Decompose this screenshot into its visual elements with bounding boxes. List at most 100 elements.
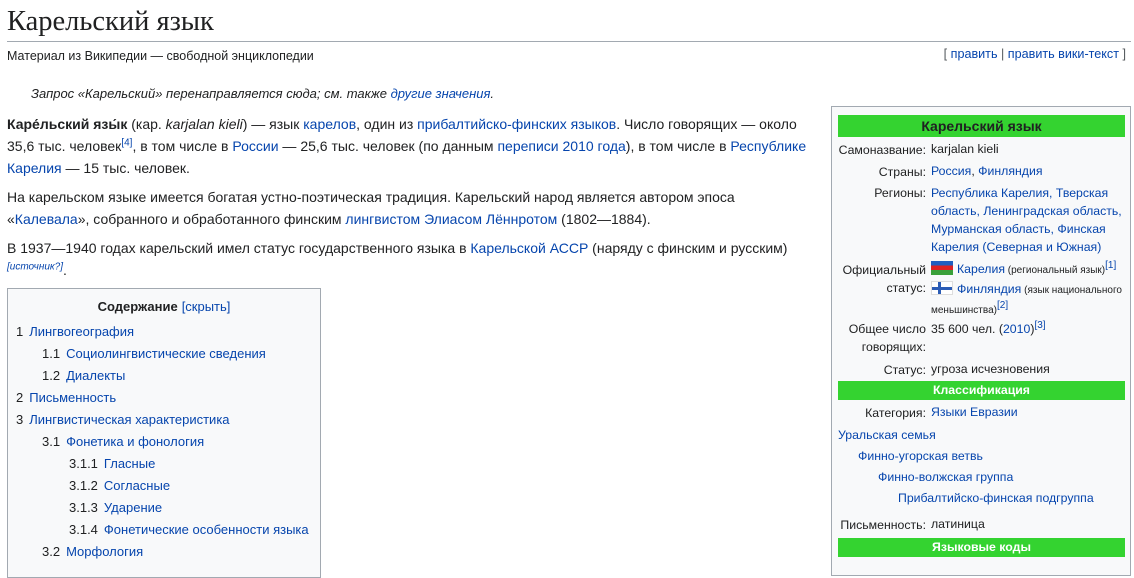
article-body: Каре́льский язы́к (кар. karjalan kieli) … [7, 113, 812, 288]
toc-item[interactable]: 3.1.3 Ударение [8, 500, 320, 522]
paragraph-status: В 1937—1940 годах карельский имел статус… [7, 237, 812, 281]
page-title: Карельский язык [7, 4, 1131, 42]
row-regions: Регионы: Республика Карелия, Тверская об… [838, 184, 1125, 256]
value-regions[interactable]: Республика Карелия, Тверская область, Ле… [931, 184, 1125, 256]
link-russia-country[interactable]: Россия [931, 164, 971, 178]
label-speakers: Общее число говорящих: [848, 322, 926, 354]
toc-item[interactable]: 3.2 Морфология [8, 544, 320, 566]
row-script: Письменность: латиница [838, 515, 1125, 535]
native-name: karjalan kieli [165, 116, 243, 132]
link-2010[interactable]: 2010 [1003, 322, 1030, 336]
ref-3[interactable]: [3] [1034, 320, 1045, 331]
link-finland-country[interactable]: Финляндия [978, 164, 1042, 178]
other-meanings-link[interactable]: другие значения [391, 86, 491, 101]
toc-link[interactable]: Лингвогеография [29, 324, 134, 339]
toc-toggle[interactable]: [скрыть] [182, 299, 231, 314]
text: (кар. [127, 116, 166, 132]
link-baltic-finnic-subgroup[interactable]: Прибалтийско-финская подгруппа [898, 488, 1134, 508]
toc-number: 3.2 [42, 544, 61, 559]
ref-1[interactable]: [1] [1105, 260, 1116, 271]
text: , в том числе в [132, 138, 233, 154]
toc-link[interactable]: Лингвистическая характеристика [29, 412, 229, 427]
toc-item[interactable]: 3.1.1 Гласные [8, 456, 320, 478]
toc-link[interactable]: Согласные [104, 478, 170, 493]
label-script: Письменность: [840, 518, 926, 532]
link-finno-ugric[interactable]: Финно-угорская ветвь [858, 446, 1134, 466]
hatnote-text: Запрос «Карельский» перенаправляется сюд… [31, 86, 391, 101]
link-russia[interactable]: России [232, 138, 278, 154]
hatnote-end: . [490, 86, 495, 101]
link-kalevala[interactable]: Калевала [15, 211, 78, 227]
toc-item[interactable]: 3.1.2 Согласные [8, 478, 320, 500]
toc-link[interactable]: Ударение [104, 500, 162, 515]
link-finno-volgaic[interactable]: Финно-волжская группа [878, 467, 1134, 487]
label-official: Официальный статус: [842, 263, 926, 295]
bracket-open: [ [943, 47, 951, 61]
toc-heading: Содержание [97, 299, 178, 314]
edit-wikitext-link[interactable]: править вики-текст [1008, 47, 1119, 61]
edit-link[interactable]: править [951, 47, 998, 61]
text: — 25,6 тыс. человек (по данным [278, 138, 498, 154]
text: », собранного и обработанного финским [77, 211, 346, 227]
text: — 15 тыс. человек. [61, 160, 190, 176]
toc-link[interactable]: Диалекты [66, 368, 125, 383]
toc-item[interactable]: 1.2 Диалекты [8, 368, 320, 390]
link-lonnrot[interactable]: Элиасом Лённротом [424, 211, 557, 227]
value-speakers: 35 600 чел. (2010)[3] [931, 320, 1125, 338]
link-linguist[interactable]: лингвистом [345, 211, 420, 227]
toc-number: 1 [16, 324, 24, 339]
row-speakers: Общее число говорящих: 35 600 чел. (2010… [838, 320, 1125, 360]
link-census-2010[interactable]: переписи 2010 года [497, 138, 625, 154]
hatnote: Запрос «Карельский» перенаправляется сюд… [31, 86, 494, 101]
text: В 1937—1940 годах карельский имел статус… [7, 240, 471, 256]
language-codes-header[interactable]: Языковые коды [838, 538, 1125, 557]
toc-number: 3.1 [42, 434, 61, 449]
paragraph-intro: Каре́льский язы́к (кар. karjalan kieli) … [7, 113, 812, 179]
toc-link[interactable]: Социолингвистические сведения [66, 346, 266, 361]
toc-list: 1 Лингвогеография 1.1 Социолингвистические … [8, 324, 320, 566]
value-selfname: karjalan kieli [931, 142, 999, 156]
value-category[interactable]: Языки Евразии [931, 403, 1125, 421]
classification-header[interactable]: Классификация [838, 381, 1125, 400]
text: ) — язык [242, 116, 304, 132]
toc-link[interactable]: Морфология [66, 544, 143, 559]
toc-link[interactable]: Фонетические особенности языка [104, 522, 309, 537]
toc-item[interactable]: 2 Письменность [8, 390, 320, 412]
finland-flag-icon [931, 281, 953, 295]
link-karelia-official[interactable]: Карелия [957, 262, 1005, 276]
infobox: Карельский язык Самоназвание: karjalan k… [831, 106, 1131, 576]
citation-needed[interactable]: [источник?] [7, 261, 63, 272]
ref-2[interactable]: [2] [997, 300, 1008, 311]
row-category: Категория: Языки Евразии [838, 403, 1125, 423]
toc-link[interactable]: Фонетика и фонология [66, 434, 204, 449]
toc-link[interactable]: Письменность [29, 390, 116, 405]
toc-number: 1.2 [42, 368, 61, 383]
toc-link[interactable]: Гласные [104, 456, 155, 471]
karelia-flag-icon [931, 261, 953, 275]
value-status: угроза исчезновения [931, 362, 1050, 376]
toc-number: 3 [16, 412, 24, 427]
page-subtitle: Материал из Википедии — свободной энцикл… [7, 49, 314, 63]
link-karelian-assr[interactable]: Карельской АССР [470, 240, 588, 256]
link-baltic-finnic[interactable]: прибалтийско-финских языков [417, 116, 616, 132]
toc-item[interactable]: 3.1 Фонетика и фонология [8, 434, 320, 456]
toc-item[interactable]: 3 Лингвистическая характеристика [8, 412, 320, 434]
table-of-contents: Содержание [скрыть] 1 Лингвогеография 1.1 Со… [7, 288, 321, 578]
label-status: Статус: [883, 363, 926, 377]
ref-4[interactable]: [4] [121, 137, 132, 148]
toc-number: 2 [16, 390, 24, 405]
text: , один из [356, 116, 418, 132]
edit-links: [ править | править вики-текст ] [944, 47, 1126, 61]
toc-item[interactable]: 1 Лингвогеография [8, 324, 320, 346]
text: ), в том числе в [625, 138, 731, 154]
link-uralic-family[interactable]: Уральская семья [838, 425, 1125, 445]
term-bold: Каре́льский язы́к [7, 116, 128, 132]
link-karely[interactable]: карелов [303, 116, 356, 132]
note-regional: (региональный язык) [1004, 265, 1106, 276]
toc-item[interactable]: 3.1.4 Фонетические особенности языка [8, 522, 320, 544]
link-finland-official[interactable]: Финляндия [957, 282, 1021, 296]
row-status: Статус: угроза исчезновения [838, 360, 1125, 380]
label-regions: Регионы: [874, 186, 926, 200]
toc-item[interactable]: 1.1 Социолингвистические сведения [8, 346, 320, 368]
toc-number: 3.1.1 [69, 456, 98, 471]
